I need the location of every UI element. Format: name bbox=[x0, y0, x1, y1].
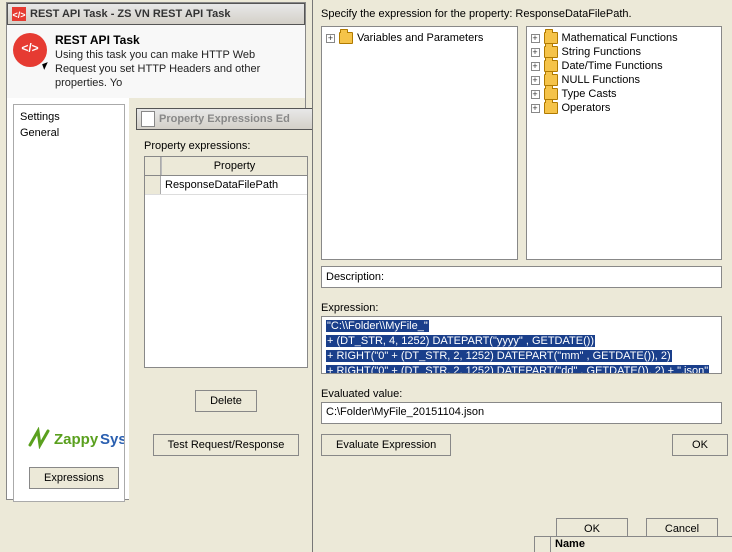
tree-label: String Functions bbox=[562, 46, 641, 58]
tree-item-math[interactable]: + Mathematical Functions bbox=[529, 31, 720, 45]
property-expressions-titlebar[interactable]: Property Expressions Ed bbox=[136, 108, 316, 130]
task-header: REST API Task Using this task you can ma… bbox=[7, 25, 305, 98]
tree-label: Variables and Parameters bbox=[357, 32, 483, 44]
task-description: Using this task you can make HTTP Web Re… bbox=[55, 49, 299, 90]
logo-text-b: Sys bbox=[100, 431, 124, 448]
expression-builder-window: Specify the expression for the property:… bbox=[312, 0, 732, 552]
tree-item-string[interactable]: + String Functions bbox=[529, 45, 720, 59]
tree-item-operators[interactable]: + Operators bbox=[529, 101, 720, 115]
tree-label: Operators bbox=[562, 102, 611, 114]
variables-tree[interactable]: + Variables and Parameters bbox=[321, 26, 518, 260]
tree-item-datetime[interactable]: + Date/Time Functions bbox=[529, 59, 720, 73]
nav-panel: Settings General Zappy Sys bbox=[13, 104, 125, 502]
tree-item-null[interactable]: + NULL Functions bbox=[529, 73, 720, 87]
folder-icon bbox=[544, 102, 558, 114]
column-header-property[interactable]: Property bbox=[161, 157, 307, 175]
nav-item-settings[interactable]: Settings bbox=[18, 109, 120, 125]
folder-icon bbox=[339, 32, 353, 44]
test-request-response-button[interactable]: Test Request/Response bbox=[153, 434, 300, 456]
description-box: Description: bbox=[321, 266, 722, 288]
delete-button[interactable]: Delete bbox=[195, 390, 257, 412]
logo-text-a: Zappy bbox=[54, 431, 99, 448]
window-title: REST API Task - ZS VN REST API Task bbox=[30, 8, 231, 20]
expand-icon[interactable]: + bbox=[531, 76, 540, 85]
property-cell[interactable]: ResponseDataFilePath bbox=[161, 176, 307, 194]
zappysys-logo: Zappy Sys bbox=[18, 421, 120, 451]
expression-line: + (DT_STR, 4, 1252) DATEPART("yyyy" , GE… bbox=[326, 335, 595, 347]
rest-api-icon bbox=[13, 33, 47, 67]
ok-button[interactable]: OK bbox=[672, 434, 728, 456]
tree-label: Type Casts bbox=[562, 88, 617, 100]
row-header-icon bbox=[535, 537, 551, 552]
evaluated-value-box: C:\Folder\MyFile_20151104.json bbox=[321, 402, 722, 424]
evaluated-value: C:\Folder\MyFile_20151104.json bbox=[326, 406, 484, 418]
property-expressions-title: Property Expressions Ed bbox=[159, 113, 290, 125]
functions-tree[interactable]: + Mathematical Functions + String Function… bbox=[526, 26, 723, 260]
expression-line: + RIGHT("0" + (DT_STR, 2, 1252) DATEPART… bbox=[326, 365, 709, 374]
rest-api-task-titlebar[interactable]: </> REST API Task - ZS VN REST API Task bbox=[7, 3, 305, 25]
task-title: REST API Task bbox=[55, 33, 299, 47]
tree-label: Mathematical Functions bbox=[562, 32, 678, 44]
instruction-text: Specify the expression for the property:… bbox=[321, 8, 722, 20]
expand-icon[interactable]: + bbox=[531, 90, 540, 99]
property-grid[interactable]: Property ResponseDataFilePath bbox=[144, 156, 308, 368]
property-expressions-window: Property Expressions Ed Property express… bbox=[136, 108, 316, 500]
table-row[interactable]: ResponseDataFilePath bbox=[145, 176, 307, 195]
evaluate-expression-button[interactable]: Evaluate Expression bbox=[321, 434, 451, 456]
tree-label: Date/Time Functions bbox=[562, 60, 663, 72]
expression-textarea[interactable]: "C:\\Folder\\MyFile_" + (DT_STR, 4, 1252… bbox=[321, 316, 722, 374]
tree-label: NULL Functions bbox=[562, 74, 640, 86]
expression-line: + RIGHT("0" + (DT_STR, 2, 1252) DATEPART… bbox=[326, 350, 672, 362]
code-icon: </> bbox=[12, 7, 26, 21]
tree-item-typecasts[interactable]: + Type Casts bbox=[529, 87, 720, 101]
expression-line: "C:\\Folder\\MyFile_" bbox=[326, 320, 429, 332]
svg-text:</>: </> bbox=[12, 10, 25, 20]
expand-icon[interactable]: + bbox=[326, 34, 335, 43]
expand-icon[interactable]: + bbox=[531, 34, 540, 43]
expand-icon[interactable]: + bbox=[531, 104, 540, 113]
property-expressions-label: Property expressions: bbox=[144, 140, 308, 152]
tree-item-variables[interactable]: + Variables and Parameters bbox=[324, 31, 515, 45]
expand-icon[interactable]: + bbox=[531, 48, 540, 57]
expression-label: Expression: bbox=[321, 302, 722, 314]
evaluated-label: Evaluated value: bbox=[321, 388, 722, 400]
column-header-name[interactable]: Name bbox=[551, 537, 732, 552]
nav-item-general[interactable]: General bbox=[18, 125, 120, 141]
column-header-fragment: Name bbox=[534, 536, 732, 552]
window-icon bbox=[141, 112, 155, 126]
description-label: Description: bbox=[326, 271, 384, 283]
expand-icon[interactable]: + bbox=[531, 62, 540, 71]
expressions-button[interactable]: Expressions bbox=[29, 467, 119, 489]
